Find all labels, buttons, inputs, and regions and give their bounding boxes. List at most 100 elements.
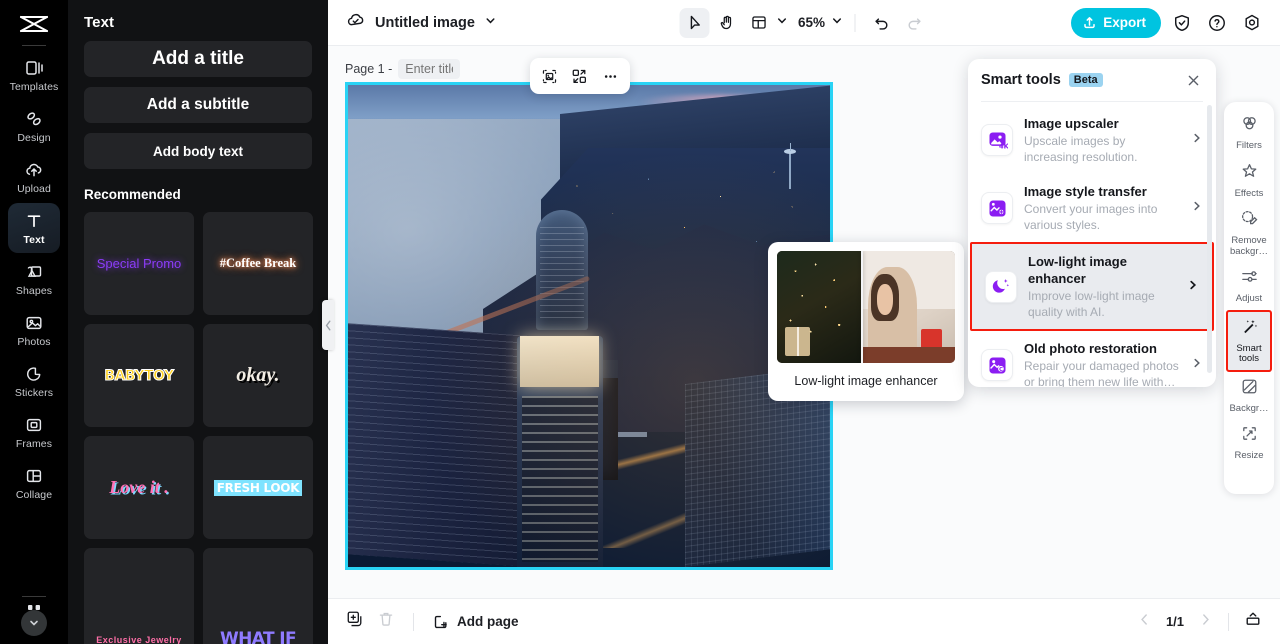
rail-divider bbox=[22, 45, 46, 46]
chevron-down-icon[interactable] bbox=[484, 14, 497, 32]
smart-tool-old-photo-restoration[interactable]: C Old photo restoration Repair your dama… bbox=[968, 331, 1216, 387]
preview-before-half bbox=[777, 251, 861, 363]
filters-icon bbox=[1240, 114, 1259, 138]
export-button[interactable]: Export bbox=[1071, 7, 1161, 38]
bottom-left: Add page bbox=[328, 610, 519, 633]
text-style-preview: Exclusive Jewelry bbox=[96, 635, 182, 644]
sidebar-item-templates[interactable]: Templates bbox=[8, 50, 60, 100]
image-float-toolbar bbox=[530, 58, 630, 94]
expand-panel-icon[interactable] bbox=[1244, 610, 1262, 633]
right-tool-smart-tools[interactable]: Smart tools bbox=[1226, 309, 1272, 372]
zoom-level[interactable]: 65% bbox=[795, 15, 829, 30]
add-body-text-button[interactable]: Add body text bbox=[84, 133, 312, 169]
zoom-chevron-down-icon[interactable] bbox=[831, 14, 844, 32]
prev-page-icon[interactable] bbox=[1137, 612, 1152, 632]
sidebar-item-design[interactable]: Design bbox=[8, 101, 60, 151]
smart-tool-low-light-image-enhancer[interactable]: Low-light image enhancer Improve low-lig… bbox=[970, 242, 1214, 331]
stickers-icon bbox=[24, 364, 45, 385]
rail-divider-bottom bbox=[22, 596, 46, 597]
sidebar-item-label: Photos bbox=[17, 335, 51, 348]
smart-tools-wand-icon bbox=[1240, 317, 1259, 341]
image-style-transfer-icon bbox=[981, 192, 1013, 224]
sidebar-item-label: Shapes bbox=[15, 284, 53, 297]
topbar-right: Export bbox=[1071, 7, 1266, 38]
collapse-panel-handle[interactable] bbox=[322, 300, 334, 350]
recommended-heading: Recommended bbox=[84, 187, 181, 202]
add-page-button[interactable]: Add page bbox=[432, 613, 519, 631]
page-number-label: Page 1 - bbox=[345, 62, 393, 76]
right-tool-effects[interactable]: Effects bbox=[1226, 157, 1272, 205]
sidebar-item-shapes[interactable]: Shapes bbox=[8, 254, 60, 304]
duplicate-icon[interactable] bbox=[346, 610, 364, 633]
panel-title: Text bbox=[84, 14, 115, 31]
right-tool-label: Smart tools bbox=[1236, 342, 1262, 364]
sidebar-item-frames[interactable]: Frames bbox=[8, 407, 60, 457]
smart-tools-scrollbar[interactable] bbox=[1207, 105, 1212, 373]
preview-table bbox=[860, 347, 955, 363]
more-horizontal-icon[interactable] bbox=[598, 63, 624, 89]
smart-tool-name: Low-light image enhancer bbox=[1028, 254, 1127, 286]
upload-cloud-icon bbox=[24, 160, 45, 181]
text-style-card[interactable]: Special Promo bbox=[84, 212, 194, 315]
moon-stars-icon bbox=[985, 270, 1017, 303]
sidebar-item-photos[interactable]: Photos bbox=[8, 305, 60, 355]
add-title-button[interactable]: Add a title bbox=[84, 41, 312, 77]
smart-tool-text: Image upscaler Upscale images by increas… bbox=[1024, 115, 1180, 165]
sidebar-item-upload[interactable]: Upload bbox=[8, 152, 60, 202]
document-title[interactable]: Untitled image bbox=[375, 15, 475, 31]
right-tool-remove-background[interactable]: Remove backgr… bbox=[1226, 204, 1272, 262]
text-style-card[interactable]: #Coffee Break bbox=[203, 212, 313, 315]
right-tool-background[interactable]: Backgr… bbox=[1226, 372, 1272, 420]
design-icon bbox=[24, 109, 45, 130]
right-tool-rail: Filters Effects Remove backgr… Adjust Sm… bbox=[1224, 102, 1274, 494]
hand-tool-button[interactable] bbox=[712, 8, 742, 38]
sidebar-item-collage[interactable]: Collage bbox=[8, 458, 60, 508]
replace-swap-icon[interactable] bbox=[567, 63, 593, 89]
smart-tools-list[interactable]: 4K Image upscaler Upscale images by incr… bbox=[968, 102, 1216, 387]
right-tool-filters[interactable]: Filters bbox=[1226, 109, 1272, 157]
right-tool-adjust[interactable]: Adjust bbox=[1226, 262, 1272, 310]
smart-tool-name: Old photo restoration bbox=[1024, 341, 1157, 356]
smart-tools-panel: Smart tools Beta 4K Image upscaler Upsca… bbox=[968, 59, 1216, 387]
shield-check-icon[interactable] bbox=[1168, 9, 1196, 37]
right-tool-label: Backgr… bbox=[1229, 402, 1269, 414]
right-tool-label: Resize bbox=[1234, 450, 1264, 461]
photo-night-glow bbox=[348, 85, 830, 567]
sidebar-item-text[interactable]: Text bbox=[8, 203, 60, 253]
text-style-card[interactable]: FRESH LOOK bbox=[203, 436, 313, 539]
next-page-icon[interactable] bbox=[1198, 612, 1213, 632]
adjust-sliders-icon bbox=[1240, 267, 1259, 291]
layout-tool-button[interactable] bbox=[744, 8, 774, 38]
undo-button[interactable] bbox=[867, 8, 897, 38]
page-title-input[interactable] bbox=[398, 59, 461, 79]
effects-sparkle-icon bbox=[1240, 162, 1259, 186]
smart-tool-image-style-transfer[interactable]: Image style transfer Convert your images… bbox=[968, 174, 1216, 242]
smart-tool-desc: Repair your damaged photos or bring them… bbox=[1024, 359, 1179, 387]
expand-rail-button[interactable] bbox=[21, 610, 47, 636]
right-tool-label: Filters bbox=[1236, 140, 1262, 151]
text-style-card[interactable]: BABYTOY bbox=[84, 324, 194, 427]
smart-tool-image-upscaler[interactable]: 4K Image upscaler Upscale images by incr… bbox=[968, 106, 1216, 174]
redo-button bbox=[899, 8, 929, 38]
capcut-logo-icon[interactable] bbox=[14, 9, 54, 39]
smart-tools-header: Smart tools Beta bbox=[968, 59, 1216, 101]
select-tool-button[interactable] bbox=[679, 7, 710, 38]
text-style-card[interactable]: Love it . bbox=[84, 436, 194, 539]
crop-selection-icon[interactable] bbox=[536, 63, 562, 89]
text-style-card[interactable]: okay. bbox=[203, 324, 313, 427]
artboard-image[interactable] bbox=[345, 82, 833, 570]
gear-icon[interactable] bbox=[1238, 9, 1266, 37]
sidebar-item-stickers[interactable]: Stickers bbox=[8, 356, 60, 406]
layout-chevron-down-icon[interactable] bbox=[776, 14, 789, 32]
text-style-card[interactable]: Exclusive Jewelry bbox=[84, 548, 194, 644]
page-indicator: 1/1 bbox=[1165, 614, 1185, 629]
close-icon[interactable] bbox=[1183, 70, 1203, 90]
question-circle-icon[interactable] bbox=[1203, 9, 1231, 37]
add-subtitle-button[interactable]: Add a subtitle bbox=[84, 87, 312, 123]
sidebar-item-label: Design bbox=[17, 131, 51, 144]
export-upload-icon bbox=[1082, 15, 1097, 30]
text-style-card[interactable]: WHAT IF bbox=[203, 548, 313, 644]
canvas-area[interactable]: Page 1 - Enter title Low-light image enh… bbox=[328, 46, 1280, 598]
text-style-grid: Special Promo #Coffee Break BABYTOY okay… bbox=[68, 212, 328, 644]
right-tool-resize[interactable]: Resize bbox=[1226, 419, 1272, 467]
